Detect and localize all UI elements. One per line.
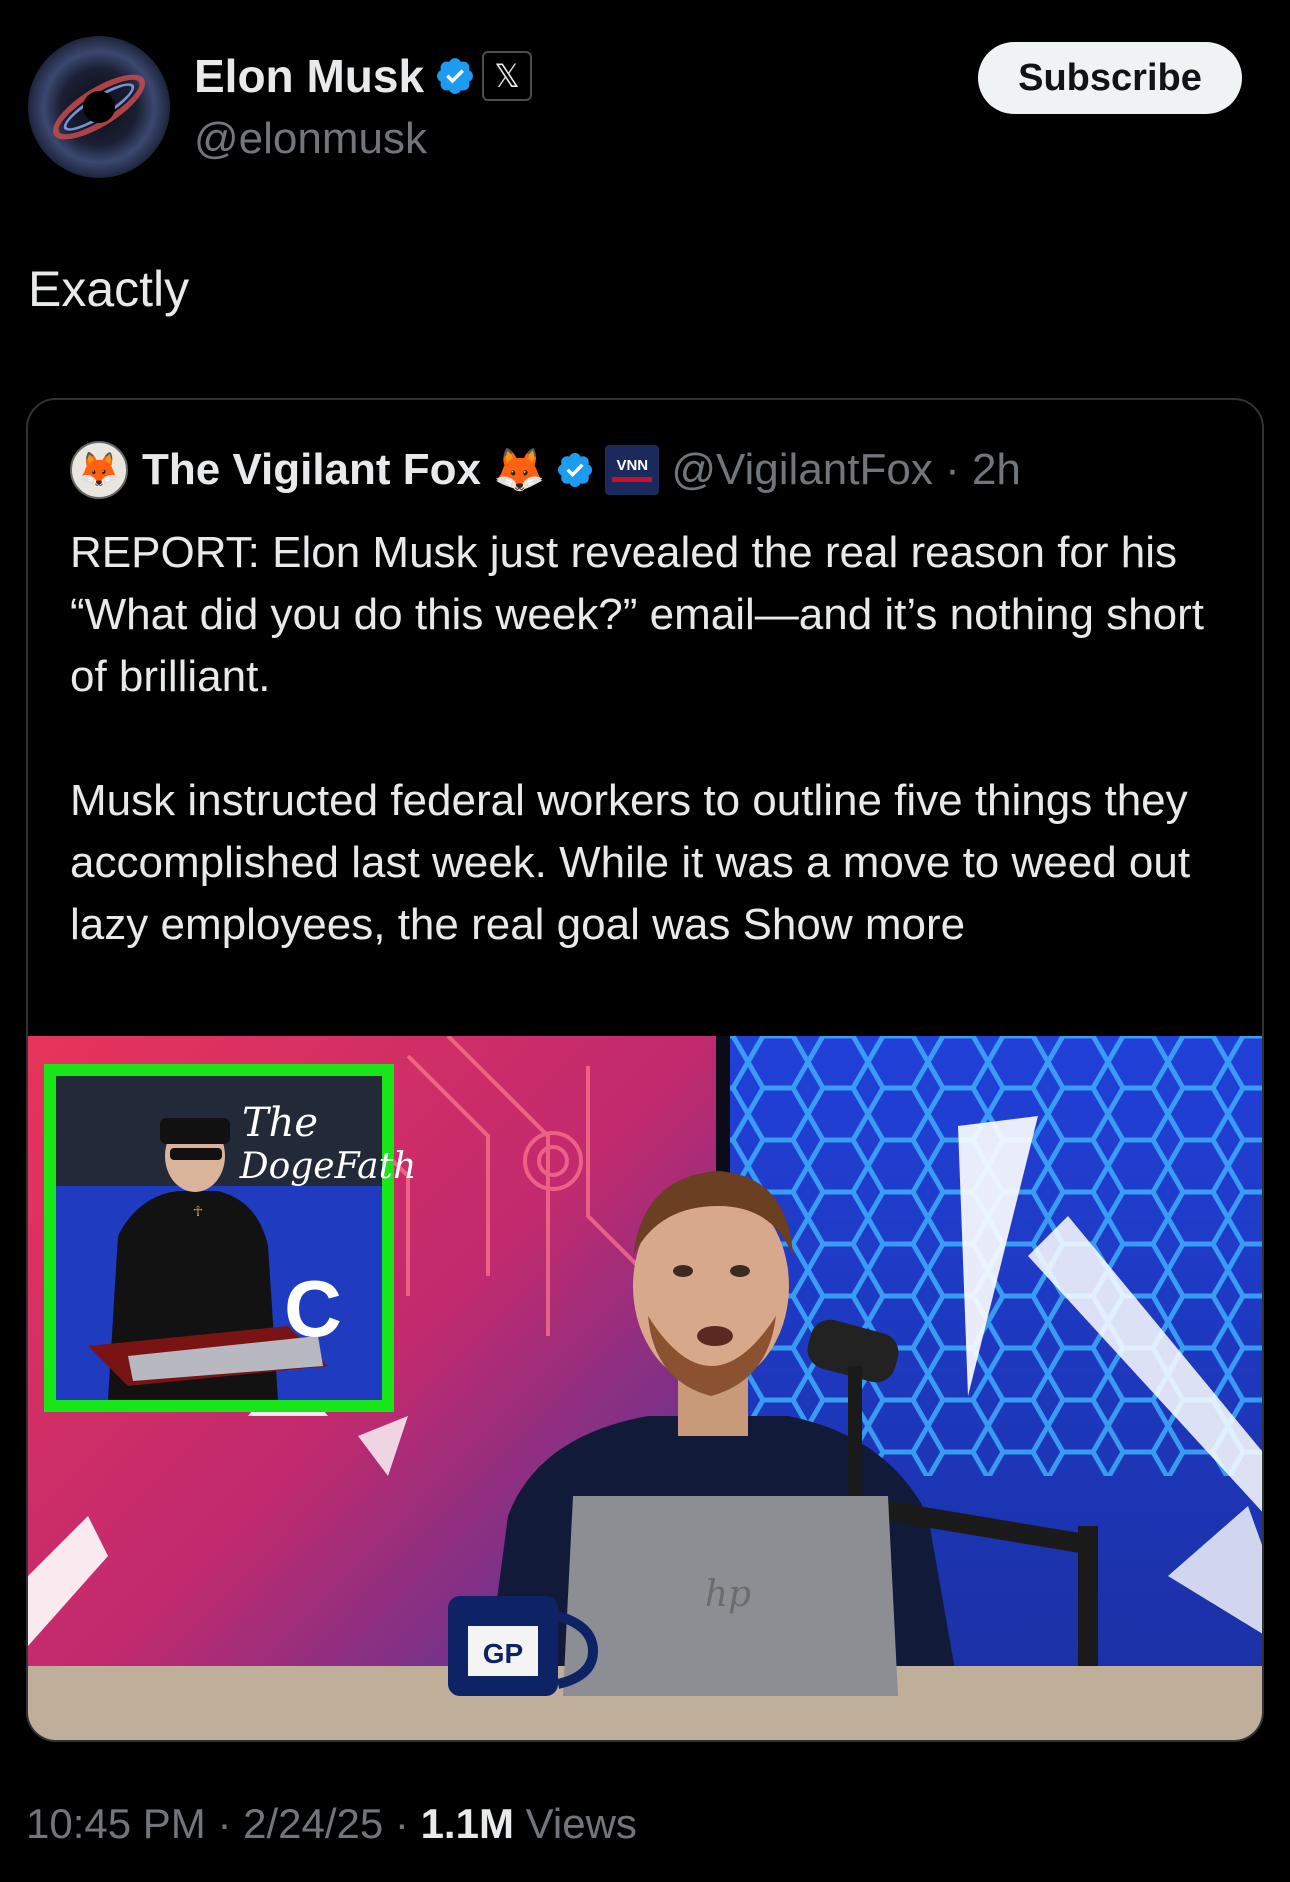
- verified-badge-icon: [437, 58, 473, 94]
- views-count: 1.1M: [420, 1800, 514, 1847]
- quoted-tweet[interactable]: 🦊 The Vigilant Fox 🦊 VNN @VigilantFox · …: [26, 398, 1264, 1742]
- tweet-date[interactable]: 2/24/25: [243, 1800, 383, 1847]
- tweet-meta: 10:45 PM · 2/24/25 · 1.1M Views: [26, 1800, 637, 1847]
- quoted-paragraph-2-text: Musk instructed federal workers to outli…: [70, 776, 1191, 949]
- quoted-handle-time: @VigilantFox · 2h: [671, 445, 1021, 494]
- quoted-avatar[interactable]: 🦊: [70, 441, 128, 499]
- author-name-row: Elon Musk 𝕏: [194, 46, 533, 106]
- quoted-handle[interactable]: @VigilantFox: [671, 445, 933, 494]
- x-logo-icon[interactable]: 𝕏: [482, 51, 533, 101]
- svg-text:☥: ☥: [193, 1204, 203, 1220]
- quoted-body: REPORT: Elon Musk just revealed the real…: [70, 522, 1230, 1018]
- svg-text:hp: hp: [705, 1574, 751, 1615]
- inset-title-line1: The: [242, 1100, 318, 1146]
- fox-emoji-icon: 🦊: [493, 445, 546, 493]
- tweet-text: Exactly: [28, 261, 190, 317]
- author-handle[interactable]: @elonmusk: [194, 114, 427, 164]
- svg-text:C: C: [284, 1264, 342, 1353]
- quoted-author-name[interactable]: The Vigilant Fox: [142, 445, 481, 495]
- verified-badge-icon: [558, 452, 593, 488]
- quoted-paragraph-2: Musk instructed federal workers to outli…: [70, 770, 1230, 956]
- vnn-affiliation-icon[interactable]: VNN: [605, 445, 660, 495]
- author-name[interactable]: Elon Musk: [194, 49, 424, 103]
- quoted-header: 🦊 The Vigilant Fox 🦊 VNN @VigilantFox · …: [70, 440, 1021, 500]
- inset-title-line2: DogeFath: [239, 1146, 417, 1187]
- video-thumbnail[interactable]: hp GP ☥ The DogeFath C: [28, 1036, 1262, 1740]
- author-avatar[interactable]: [28, 36, 170, 178]
- vnn-label: VNN: [616, 456, 649, 474]
- tweet-header: Elon Musk 𝕏 @elonmusk Subscribe: [26, 36, 1242, 186]
- subscribe-button[interactable]: Subscribe: [978, 42, 1242, 114]
- mug-label: GP: [483, 1638, 523, 1669]
- show-more-link[interactable]: Show more: [743, 900, 966, 949]
- quoted-paragraph-1: REPORT: Elon Musk just revealed the real…: [70, 528, 1204, 701]
- views-label: Views: [525, 1800, 637, 1847]
- quoted-time[interactable]: 2h: [972, 445, 1021, 494]
- tweet-time[interactable]: 10:45 PM: [26, 1800, 206, 1847]
